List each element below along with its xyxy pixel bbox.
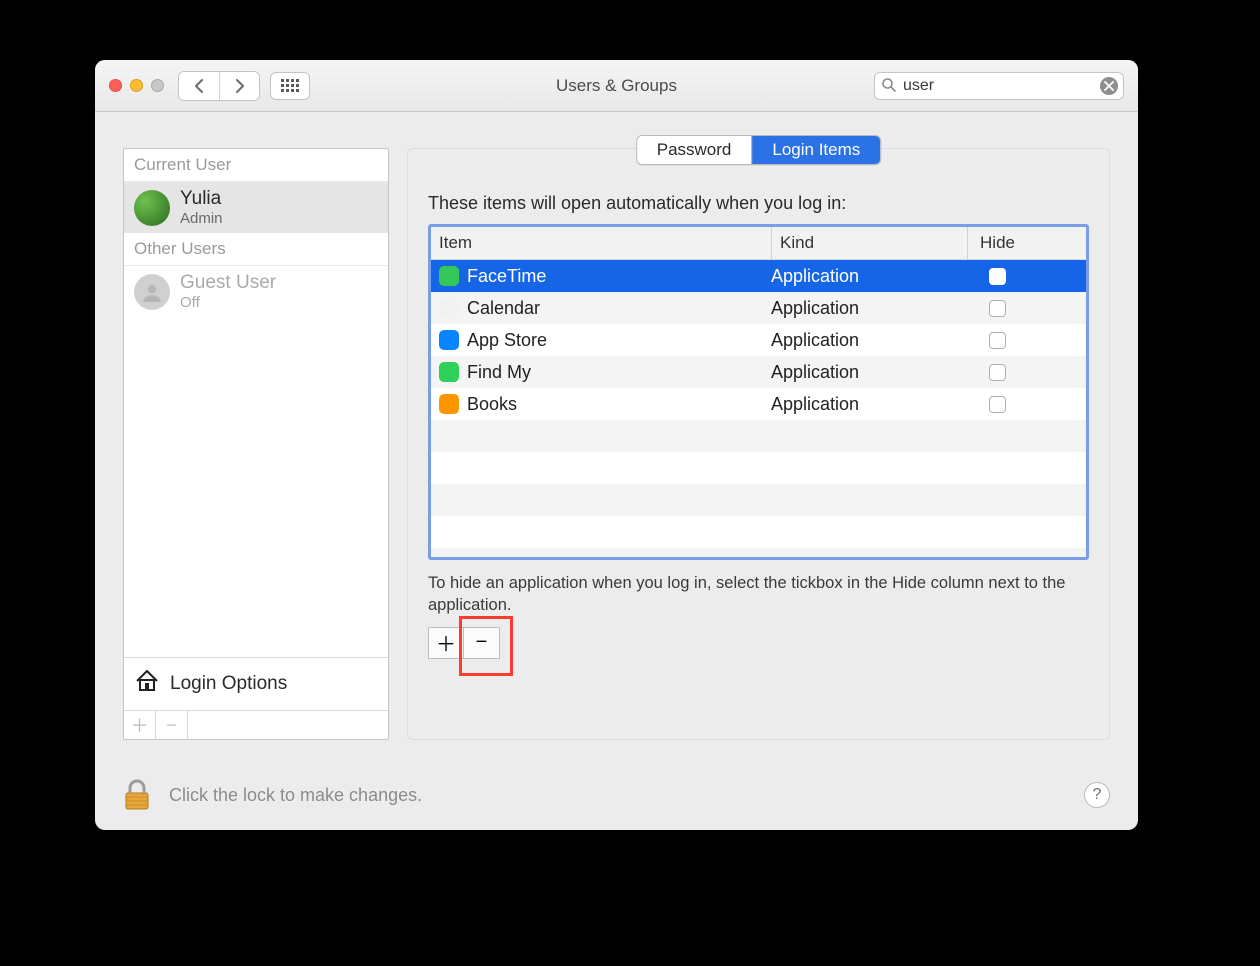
users-sidebar: Current User Yulia Admin Other Users Gue… bbox=[123, 148, 389, 740]
search-icon bbox=[881, 77, 897, 98]
body: Current User Yulia Admin Other Users Gue… bbox=[95, 112, 1138, 760]
question-icon: ? bbox=[1093, 786, 1102, 804]
table-row[interactable]: Find My Application bbox=[431, 356, 1086, 388]
grid-icon bbox=[281, 79, 299, 93]
section-current-user: Current User bbox=[124, 149, 388, 182]
minus-icon: − bbox=[476, 631, 488, 654]
sidebar-user-current[interactable]: Yulia Admin bbox=[124, 182, 388, 233]
plus-icon: ＋ bbox=[436, 628, 456, 657]
sidebar-fill bbox=[124, 317, 388, 657]
hide-checkbox[interactable] bbox=[989, 268, 1006, 285]
hide-checkbox[interactable] bbox=[989, 364, 1006, 381]
lock-icon bbox=[123, 779, 151, 811]
app-icon bbox=[439, 330, 459, 350]
x-icon bbox=[1104, 81, 1114, 91]
login-options-button[interactable]: Login Options bbox=[124, 657, 388, 710]
titlebar: Users & Groups bbox=[95, 60, 1138, 112]
item-kind: Application bbox=[771, 394, 967, 415]
minus-icon: − bbox=[166, 715, 177, 736]
item-kind: Application bbox=[771, 330, 967, 351]
chevron-left-icon bbox=[193, 79, 205, 93]
item-name: Books bbox=[467, 394, 517, 415]
close-window-button[interactable] bbox=[109, 79, 122, 92]
hint-text: To hide an application when you log in, … bbox=[428, 572, 1089, 617]
app-icon bbox=[439, 266, 459, 286]
item-name: Find My bbox=[467, 362, 531, 383]
hide-checkbox[interactable] bbox=[989, 332, 1006, 349]
item-kind: Application bbox=[771, 266, 967, 287]
back-button[interactable] bbox=[179, 72, 219, 100]
user-role: Admin bbox=[180, 210, 223, 227]
forward-button[interactable] bbox=[219, 72, 259, 100]
show-all-button[interactable] bbox=[270, 72, 310, 100]
window-controls bbox=[109, 79, 164, 92]
login-items-table: Item Kind Hide FaceTimeApplicationCalend… bbox=[428, 224, 1089, 560]
login-options-label: Login Options bbox=[170, 673, 287, 695]
main-panel: Password Login Items These items will op… bbox=[407, 148, 1110, 740]
table-row[interactable]: FaceTime Application bbox=[431, 260, 1086, 292]
guest-status: Off bbox=[180, 294, 276, 311]
sidebar-add-remove: ＋ − bbox=[124, 710, 388, 739]
hide-checkbox[interactable] bbox=[989, 396, 1006, 413]
chevron-right-icon bbox=[234, 79, 246, 93]
table-body: FaceTimeApplicationCalendarApplicationAp… bbox=[431, 260, 1086, 557]
house-icon bbox=[134, 668, 160, 700]
item-name: App Store bbox=[467, 330, 547, 351]
table-row bbox=[431, 452, 1086, 484]
intro-text: These items will open automatically when… bbox=[428, 193, 1089, 214]
plus-icon: ＋ bbox=[131, 712, 149, 738]
sidebar-user-guest[interactable]: Guest User Off bbox=[124, 266, 388, 317]
help-button[interactable]: ? bbox=[1084, 782, 1110, 808]
table-row[interactable]: Books Application bbox=[431, 388, 1086, 420]
search-input[interactable] bbox=[874, 72, 1124, 100]
app-icon bbox=[439, 298, 459, 318]
guest-name: Guest User bbox=[180, 272, 276, 294]
guest-avatar-icon bbox=[134, 274, 170, 310]
item-kind: Application bbox=[771, 298, 967, 319]
clear-search-button[interactable] bbox=[1100, 77, 1118, 95]
table-row[interactable]: App Store Application bbox=[431, 324, 1086, 356]
remove-user-button[interactable]: − bbox=[156, 711, 188, 739]
item-name: FaceTime bbox=[467, 266, 546, 287]
add-login-item-button[interactable]: ＋ bbox=[428, 627, 464, 659]
search-wrap bbox=[874, 72, 1124, 100]
zoom-window-button[interactable] bbox=[151, 79, 164, 92]
preferences-window: Users & Groups Current User Yulia Admin … bbox=[95, 60, 1138, 830]
col-header-hide[interactable]: Hide bbox=[967, 227, 1027, 259]
section-other-users: Other Users bbox=[124, 233, 388, 266]
add-user-button[interactable]: ＋ bbox=[124, 711, 156, 739]
hide-checkbox[interactable] bbox=[989, 300, 1006, 317]
footer: Click the lock to make changes. ? bbox=[95, 760, 1138, 830]
app-icon bbox=[439, 394, 459, 414]
item-kind: Application bbox=[771, 362, 967, 383]
avatar bbox=[134, 190, 170, 226]
tab-segmented-control: Password Login Items bbox=[636, 135, 882, 165]
item-name: Calendar bbox=[467, 298, 540, 319]
tab-login-items[interactable]: Login Items bbox=[751, 136, 880, 164]
lock-button[interactable] bbox=[123, 779, 151, 811]
app-icon bbox=[439, 362, 459, 382]
table-row bbox=[431, 420, 1086, 452]
tab-password[interactable]: Password bbox=[637, 136, 752, 164]
table-header: Item Kind Hide bbox=[431, 227, 1086, 260]
login-items-add-remove: ＋ − bbox=[428, 627, 1089, 659]
col-header-kind[interactable]: Kind bbox=[771, 227, 967, 259]
remove-login-item-button[interactable]: − bbox=[464, 627, 500, 659]
lock-hint: Click the lock to make changes. bbox=[169, 785, 422, 806]
nav-back-forward bbox=[178, 71, 260, 101]
minimize-window-button[interactable] bbox=[130, 79, 143, 92]
table-row bbox=[431, 484, 1086, 516]
table-row bbox=[431, 548, 1086, 557]
table-row[interactable]: Calendar Application bbox=[431, 292, 1086, 324]
col-header-item[interactable]: Item bbox=[431, 227, 771, 259]
user-name: Yulia bbox=[180, 188, 223, 210]
table-row bbox=[431, 516, 1086, 548]
